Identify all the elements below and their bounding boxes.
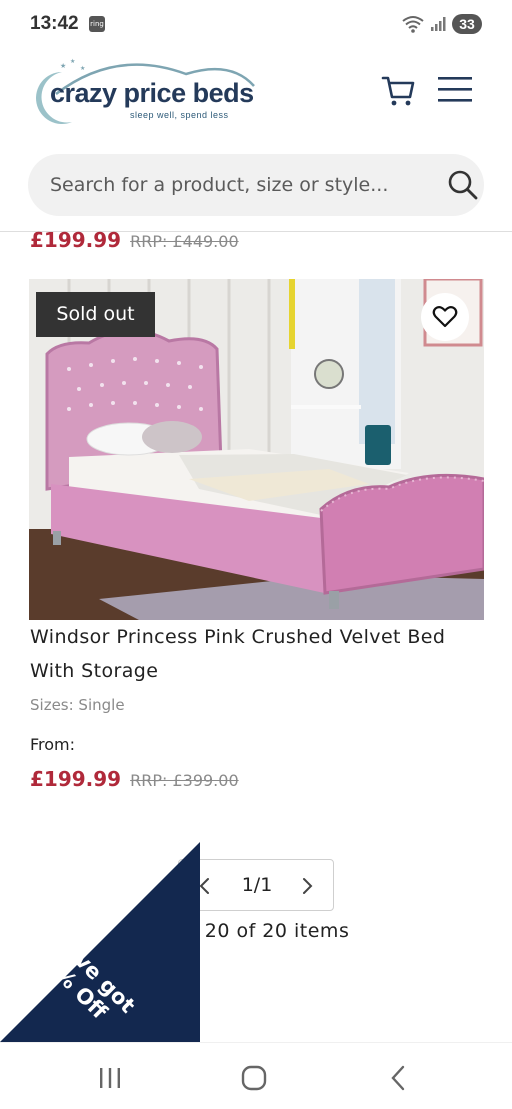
status-bar: 13:42 ring 33 [0, 0, 512, 48]
rrp-price: RRP: £449.00 [130, 232, 239, 251]
home-button[interactable] [234, 1061, 274, 1095]
price-from-label: From: [30, 735, 76, 754]
svg-text:★: ★ [80, 65, 85, 72]
chevron-left-icon [199, 878, 209, 894]
sale-price: £199.99 [30, 228, 122, 252]
pagination: 1/1 [178, 859, 334, 911]
sold-out-badge: Sold out [36, 292, 155, 337]
sale-price: £199.99 [30, 767, 122, 791]
discount-promo[interactable]: You've got 20% Off [0, 842, 200, 1042]
menu-button[interactable] [434, 70, 478, 110]
rrp-price: RRP: £399.00 [130, 771, 239, 790]
brand-name: crazy price beds [50, 78, 254, 108]
product-price: £199.99 RRP: £399.00 [30, 767, 239, 791]
svg-text:★: ★ [70, 58, 75, 65]
system-nav-bar [0, 1042, 512, 1109]
product-title[interactable]: Windsor Princess Pink Crushed Velvet Bed… [30, 620, 470, 688]
svg-text:★: ★ [60, 62, 66, 70]
chevron-right-icon [303, 878, 313, 894]
product-sizes: Sizes: Single [30, 696, 125, 714]
search-input[interactable] [50, 154, 420, 216]
battery-indicator: 33 [452, 14, 482, 34]
wifi-icon [402, 16, 424, 33]
heart-icon [432, 306, 458, 328]
cart-button[interactable] [378, 70, 418, 110]
brand-tagline: sleep well, spend less [130, 110, 229, 120]
search-bar [28, 154, 484, 216]
current-page: 1/1 [241, 874, 273, 896]
brand-logo[interactable]: ★ ★ ★ crazy price beds sleep well, spend… [26, 56, 266, 128]
back-icon [391, 1065, 405, 1091]
recents-button[interactable] [90, 1061, 130, 1095]
next-page-button[interactable] [291, 870, 323, 902]
search-icon [448, 170, 478, 200]
back-button[interactable] [378, 1061, 418, 1095]
signal-icon [431, 17, 446, 31]
site-header: ★ ★ ★ crazy price beds sleep well, spend… [0, 48, 512, 138]
wishlist-button[interactable] [421, 293, 469, 341]
status-icons: 33 [402, 12, 482, 36]
home-icon [241, 1065, 267, 1091]
ring-icon: ring [89, 16, 105, 32]
status-time: 13:42 [30, 13, 79, 34]
cart-icon [381, 76, 415, 106]
search-button[interactable] [446, 168, 480, 202]
recents-icon [100, 1068, 120, 1088]
hamburger-menu-icon [438, 77, 472, 102]
previous-product-price: £199.99 RRP: £449.00 [30, 228, 239, 252]
